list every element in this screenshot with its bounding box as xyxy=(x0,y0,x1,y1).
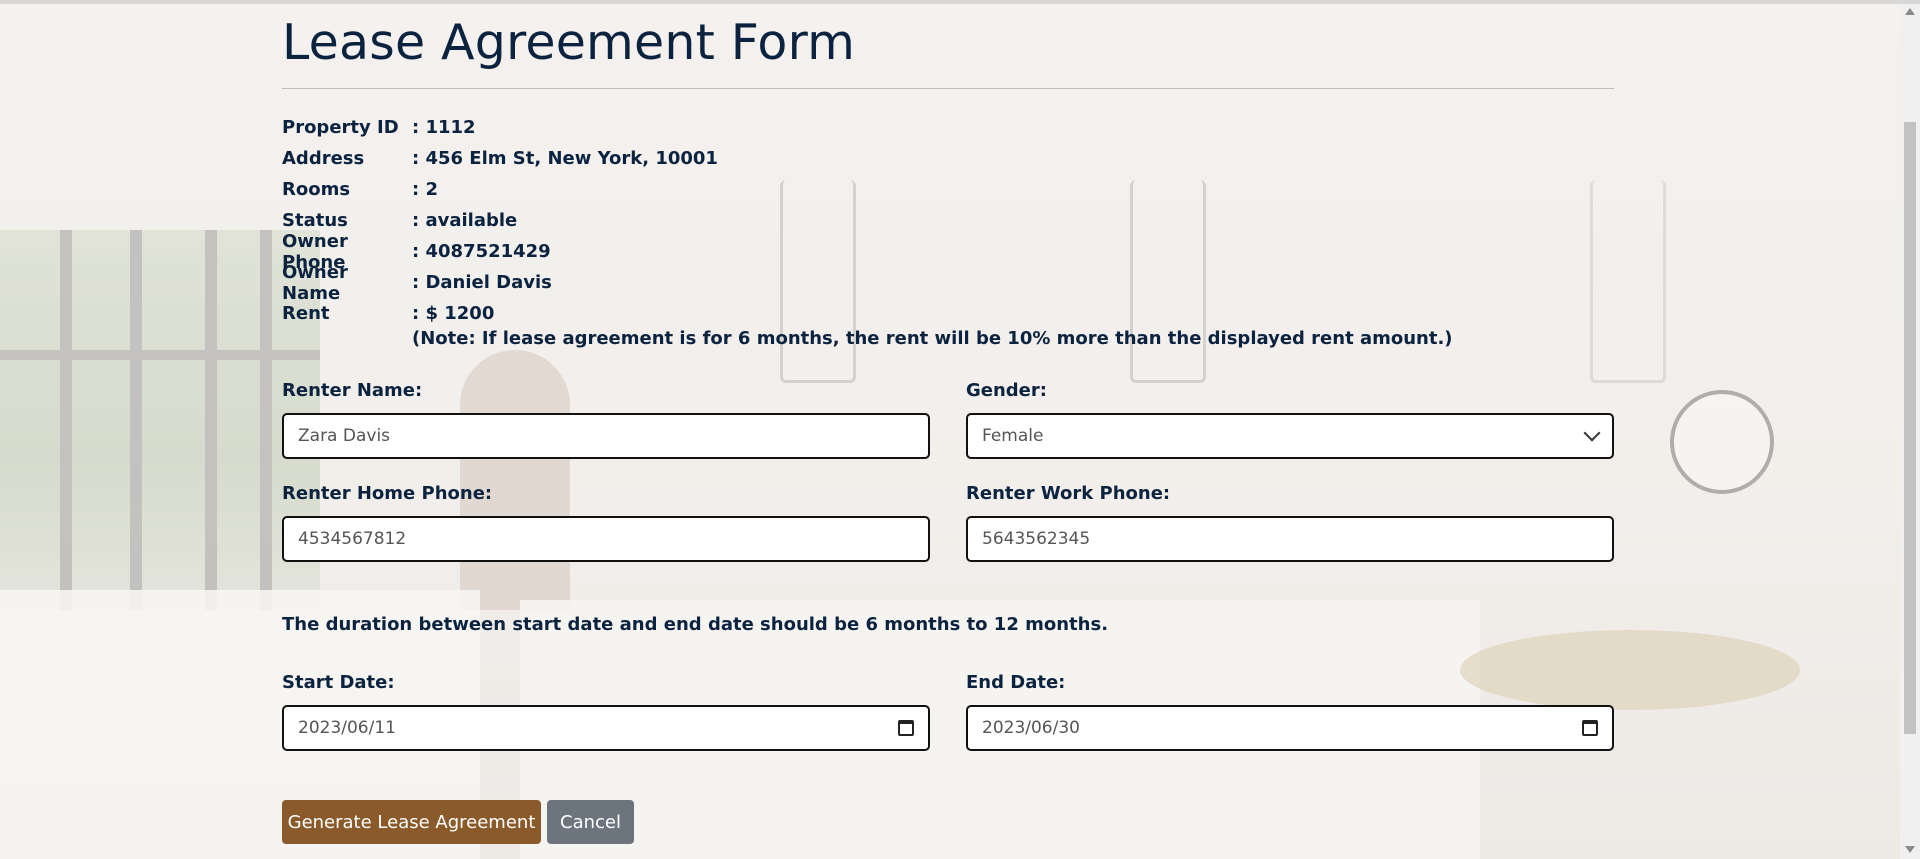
generate-lease-button[interactable]: Generate Lease Agreement xyxy=(282,800,541,844)
rooms-value: : 2 xyxy=(412,179,438,200)
cancel-button[interactable]: Cancel xyxy=(547,800,634,844)
property-id-value: : 1112 xyxy=(412,117,476,138)
owner-name-value: : Daniel Davis xyxy=(412,272,552,293)
owner-name-row: Owner Name : Daniel Davis xyxy=(282,262,718,304)
home-phone-label: Renter Home Phone: xyxy=(282,483,493,504)
calendar-icon[interactable] xyxy=(1582,720,1598,736)
renter-name-input[interactable]: Zara Davis xyxy=(282,413,930,459)
status-label: Status xyxy=(282,210,348,231)
start-date-input[interactable]: 2023/06/11 xyxy=(282,705,930,751)
renter-name-value: Zara Davis xyxy=(298,426,391,446)
work-phone-label: Renter Work Phone: xyxy=(966,483,1171,504)
gender-label: Gender: xyxy=(966,380,1047,401)
address-row: Address : 456 Elm St, New York, 10001 xyxy=(282,143,718,174)
scroll-down-arrow-icon[interactable] xyxy=(1905,846,1915,853)
end-date-value: 2023/06/30 xyxy=(982,718,1080,738)
chevron-down-icon xyxy=(1583,424,1601,442)
address-label: Address xyxy=(282,148,365,169)
start-date-label: Start Date: xyxy=(282,672,395,693)
duration-rule-text: The duration between start date and end … xyxy=(282,614,1109,635)
gender-select[interactable]: Female xyxy=(966,413,1614,459)
start-date-value: 2023/06/11 xyxy=(298,718,396,738)
scroll-up-arrow-icon[interactable] xyxy=(1905,8,1915,15)
home-phone-value: 4534567812 xyxy=(298,529,407,549)
end-date-input[interactable]: 2023/06/30 xyxy=(966,705,1614,751)
rooms-row: Rooms : 2 xyxy=(282,174,718,205)
rent-label: Rent xyxy=(282,303,330,324)
rent-note: (Note: If lease agreement is for 6 month… xyxy=(412,328,1453,349)
page-title: Lease Agreement Form xyxy=(282,14,856,71)
work-phone-input[interactable]: 5643562345 xyxy=(966,516,1614,562)
title-divider xyxy=(282,88,1614,89)
property-details: Property ID : 1112 Address : 456 Elm St,… xyxy=(282,112,718,329)
end-date-label: End Date: xyxy=(966,672,1066,693)
rooms-label: Rooms xyxy=(282,179,351,200)
rent-value: : $ 1200 xyxy=(412,303,495,324)
property-id-label: Property ID xyxy=(282,117,399,138)
vertical-scrollbar[interactable] xyxy=(1900,4,1920,859)
renter-name-label: Renter Name: xyxy=(282,380,423,401)
gender-value: Female xyxy=(982,426,1044,446)
status-value: : available xyxy=(412,210,518,231)
owner-phone-value: : 4087521429 xyxy=(412,241,551,262)
owner-name-label: Owner Name xyxy=(282,261,348,304)
home-phone-input[interactable]: 4534567812 xyxy=(282,516,930,562)
work-phone-value: 5643562345 xyxy=(982,529,1091,549)
window-top-border xyxy=(0,0,1920,4)
address-value: : 456 Elm St, New York, 10001 xyxy=(412,148,718,169)
scrollbar-thumb[interactable] xyxy=(1904,122,1916,734)
rent-row: Rent : $ 1200 xyxy=(282,298,718,329)
calendar-icon[interactable] xyxy=(898,720,914,736)
property-id-row: Property ID : 1112 xyxy=(282,112,718,143)
